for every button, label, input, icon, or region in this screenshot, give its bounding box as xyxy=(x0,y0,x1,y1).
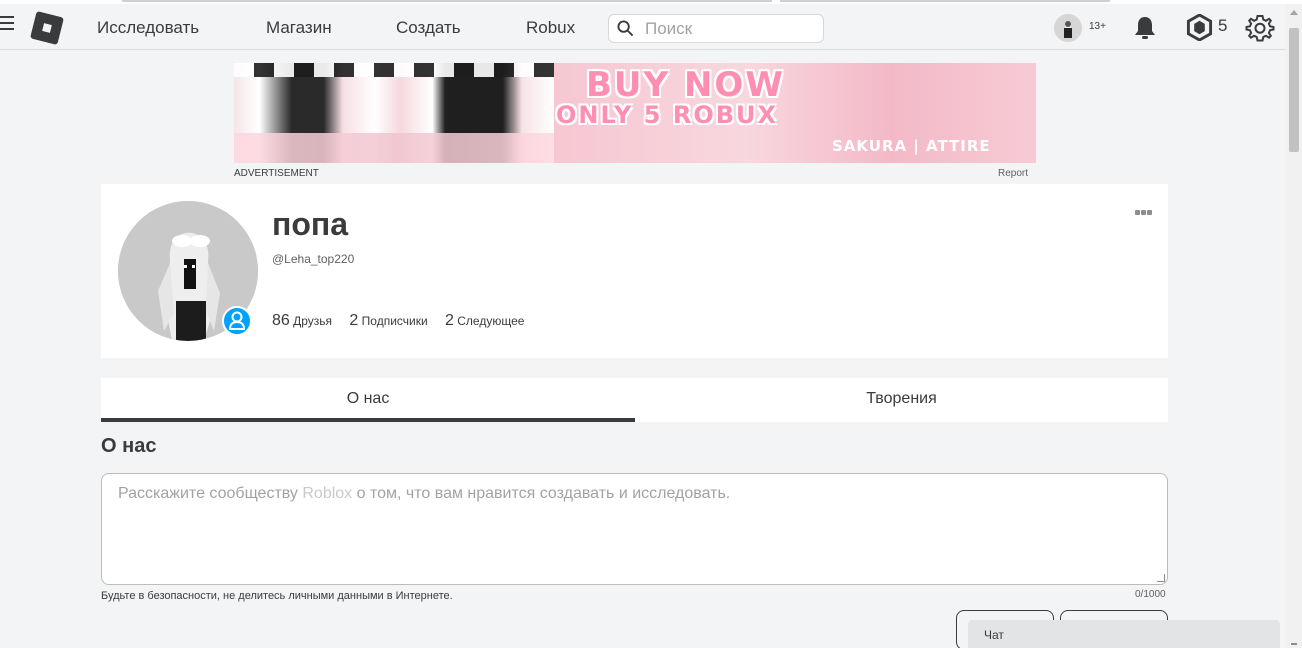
chat-label: Чат xyxy=(984,628,1004,642)
followers-count: 2 xyxy=(349,312,359,329)
about-placeholder-start: Расскажите сообществу xyxy=(118,485,303,502)
menu-icon[interactable] xyxy=(0,16,14,34)
nav-avatar[interactable] xyxy=(1054,14,1082,42)
profile-username: @Leha_top220 xyxy=(272,252,355,266)
scroll-up-arrow-icon[interactable] xyxy=(1290,10,1298,15)
about-placeholder-end: о том, что вам нравится создавать и иссл… xyxy=(352,485,731,502)
friends-stat[interactable]: 86 Друзья xyxy=(272,312,333,329)
followers-label: Подписчики xyxy=(361,314,428,328)
top-navbar: Исследовать Магазин Создать Robux 13+ 5 xyxy=(0,4,1286,50)
online-presence-icon xyxy=(222,306,252,336)
following-count: 2 xyxy=(445,312,454,329)
robux-balance[interactable]: 5 xyxy=(1218,16,1227,36)
roblox-logo-icon[interactable] xyxy=(30,11,64,45)
about-textarea[interactable]: Расскажите сообществу Roblox о том, что … xyxy=(101,473,1168,585)
followers-stat[interactable]: 2 Подписчики xyxy=(349,312,428,329)
friends-count: 86 xyxy=(272,312,290,329)
robux-icon[interactable] xyxy=(1186,14,1213,41)
nav-link-robux[interactable]: Robux xyxy=(526,18,575,38)
browser-tab-edge xyxy=(780,0,1110,2)
ad-subheadline: ONLY 5 ROBUX xyxy=(556,101,778,129)
profile-display-name: попа xyxy=(272,206,348,242)
active-tab-indicator xyxy=(101,418,635,422)
about-placeholder-brand: Roblox xyxy=(302,485,353,502)
ad-clothing-pattern xyxy=(234,63,554,77)
scroll-thumb[interactable] xyxy=(1289,28,1299,152)
browser-tab-edge xyxy=(122,0,772,2)
following-label: Следующее xyxy=(457,314,525,328)
about-placeholder: Расскажите сообществу Roblox о том, что … xyxy=(118,485,730,503)
more-options-icon[interactable] xyxy=(1135,202,1153,220)
following-stat[interactable]: 2 Следующее xyxy=(445,312,525,329)
ad-report-link[interactable]: Report xyxy=(998,168,1028,179)
resize-handle-icon[interactable] xyxy=(1157,574,1165,582)
safety-note: Будьте в безопасности, не делитесь личны… xyxy=(101,590,453,602)
profile-header-card: попа @Leha_top220 86 Друзья 2 Подписчики… xyxy=(101,184,1168,358)
nav-link-create[interactable]: Создать xyxy=(396,18,461,38)
notification-bell-icon[interactable] xyxy=(1132,14,1158,42)
nav-link-explore[interactable]: Исследовать xyxy=(97,18,199,38)
ad-headline: BUY NOW xyxy=(586,65,785,105)
friends-label: Друзья xyxy=(293,314,333,328)
tab-creations[interactable]: Творения xyxy=(635,378,1168,422)
search-input[interactable] xyxy=(645,18,815,40)
profile-tabs: О нас Творения xyxy=(101,378,1168,422)
settings-gear-icon[interactable] xyxy=(1245,13,1275,43)
tab-about[interactable]: О нас xyxy=(101,378,635,422)
search-icon xyxy=(617,20,634,37)
ad-brand: SAKURA | ATTIRE xyxy=(832,137,991,155)
age-badge: 13+ xyxy=(1089,21,1106,32)
search-box[interactable] xyxy=(608,14,824,43)
about-heading: О нас xyxy=(101,435,157,457)
chat-bar[interactable]: Чат xyxy=(968,620,1280,648)
avatar-thumbnail-icon xyxy=(1064,21,1072,38)
window-corner-mark xyxy=(1291,643,1297,645)
profile-stats: 86 Друзья 2 Подписчики 2 Следующее xyxy=(272,312,524,330)
character-counter: 0/1000 xyxy=(1135,589,1166,600)
advertisement-banner[interactable]: BUY NOW ONLY 5 ROBUX SAKURA | ATTIRE xyxy=(234,63,1036,163)
ad-clothing-pink xyxy=(234,133,554,163)
page-scrollbar[interactable] xyxy=(1286,4,1302,648)
nav-link-marketplace[interactable]: Магазин xyxy=(266,18,332,38)
ad-label: ADVERTISEMENT xyxy=(234,168,319,179)
